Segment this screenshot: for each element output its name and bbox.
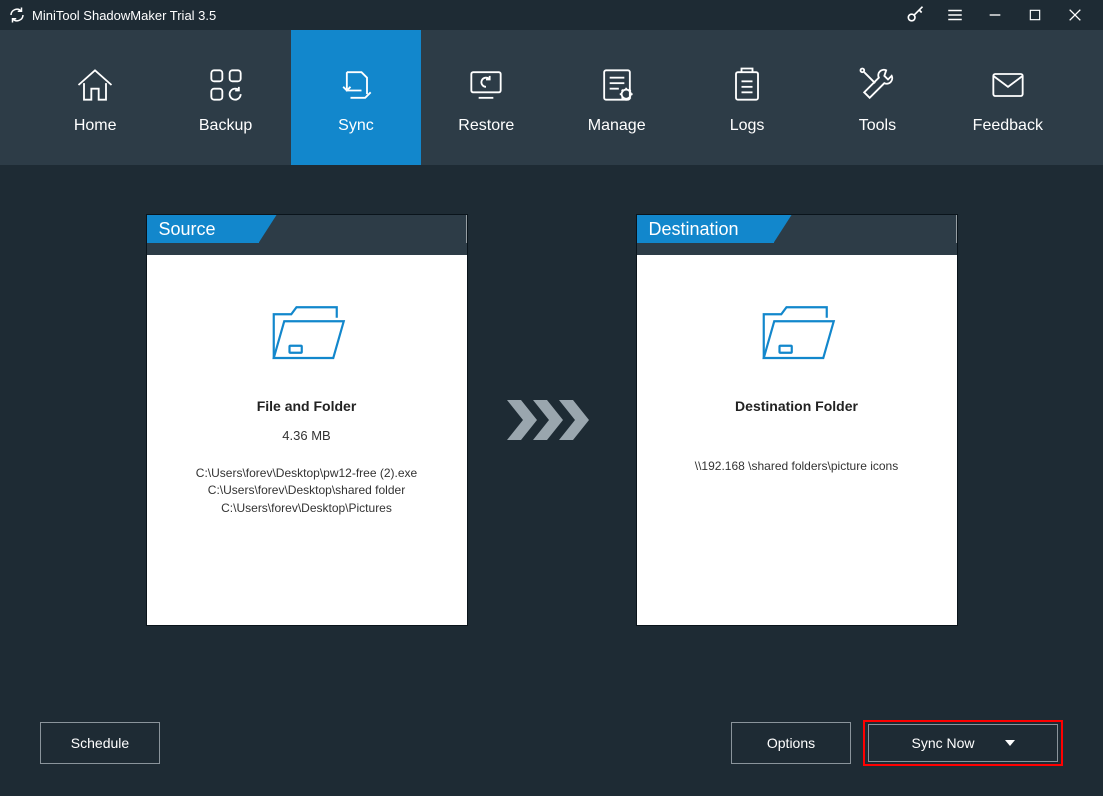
maximize-icon[interactable] [1015, 0, 1055, 30]
arrows-icon [507, 215, 597, 625]
footer: Schedule Options Sync Now [0, 720, 1103, 766]
nav-feedback[interactable]: Feedback [943, 30, 1073, 165]
nav-tools[interactable]: Tools [812, 30, 942, 165]
destination-path: \\192.168 \shared folders\picture icons [649, 458, 945, 475]
source-panel-header: Source [147, 215, 467, 255]
nav-manage[interactable]: Manage [552, 30, 682, 165]
nav-label: Logs [730, 117, 765, 135]
close-icon[interactable] [1055, 0, 1095, 30]
sync-icon [334, 61, 378, 109]
sync-now-label: Sync Now [911, 735, 974, 751]
logs-icon [725, 61, 769, 109]
source-path-2: C:\Users\forev\Desktop\shared folder [159, 482, 455, 499]
nav-label: Home [74, 117, 117, 135]
nav-home[interactable]: Home [30, 30, 160, 165]
app-title: MiniTool ShadowMaker Trial 3.5 [32, 8, 216, 23]
nav-restore[interactable]: Restore [421, 30, 551, 165]
titlebar: MiniTool ShadowMaker Trial 3.5 [0, 0, 1103, 30]
nav-label: Sync [338, 117, 374, 135]
destination-panel-header: Destination [637, 215, 957, 255]
backup-icon [204, 61, 248, 109]
menu-icon[interactable] [935, 0, 975, 30]
feedback-icon [986, 61, 1030, 109]
sync-now-highlight: Sync Now [863, 720, 1063, 766]
source-path-1: C:\Users\forev\Desktop\pw12-free (2).exe [159, 465, 455, 482]
destination-panel-body: Destination Folder \\192.168 \shared fol… [637, 255, 957, 487]
tools-icon [855, 61, 899, 109]
main-nav: Home Backup Sync Restore Manage Logs [0, 30, 1103, 165]
app-logo-icon [8, 6, 26, 24]
source-path-3: C:\Users\forev\Desktop\Pictures [159, 500, 455, 517]
source-panel[interactable]: Source File and Folder 4.36 MB C:\Users\… [147, 215, 467, 625]
content-area: Source File and Folder 4.36 MB C:\Users\… [0, 165, 1103, 796]
home-icon [73, 61, 117, 109]
source-panel-body: File and Folder 4.36 MB C:\Users\forev\D… [147, 255, 467, 529]
sync-now-button[interactable]: Sync Now [868, 724, 1058, 762]
chevron-down-icon [1005, 740, 1015, 746]
nav-label: Feedback [973, 117, 1043, 135]
nav-label: Tools [859, 117, 896, 135]
destination-heading: Destination Folder [649, 398, 945, 414]
nav-sync[interactable]: Sync [291, 30, 421, 165]
destination-panel[interactable]: Destination Destination Folder \\192.168… [637, 215, 957, 625]
key-icon[interactable] [895, 0, 935, 30]
options-button[interactable]: Options [731, 722, 851, 764]
schedule-button[interactable]: Schedule [40, 722, 160, 764]
folder-icon [159, 295, 455, 368]
nav-label: Restore [458, 117, 514, 135]
minimize-icon[interactable] [975, 0, 1015, 30]
source-size: 4.36 MB [159, 428, 455, 443]
manage-icon [595, 61, 639, 109]
folder-icon [649, 295, 945, 368]
nav-logs[interactable]: Logs [682, 30, 812, 165]
nav-label: Manage [588, 117, 646, 135]
restore-icon [464, 61, 508, 109]
nav-label: Backup [199, 117, 252, 135]
nav-backup[interactable]: Backup [160, 30, 290, 165]
source-heading: File and Folder [159, 398, 455, 414]
